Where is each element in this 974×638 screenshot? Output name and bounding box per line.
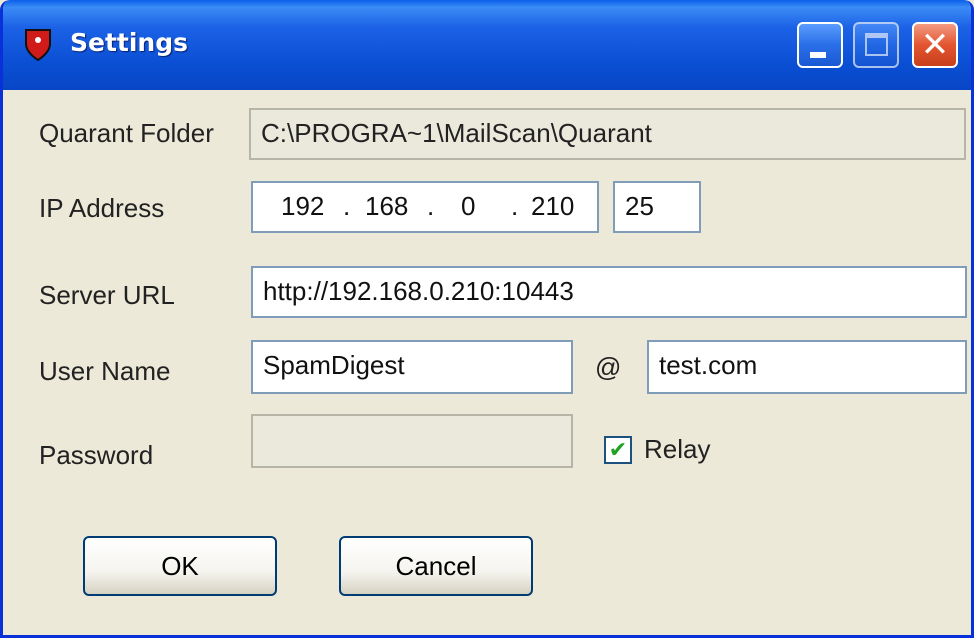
ip-separator: .	[511, 191, 519, 221]
checkmark-icon: ✔	[608, 438, 628, 463]
relay-label[interactable]: Relay	[644, 434, 710, 465]
quarant-folder-label: Quarant Folder	[39, 118, 214, 148]
settings-dialog: Settings ✕ Quarant Folder C:\PROGRA~1\Ma…	[0, 0, 974, 638]
user-name-input[interactable]: SpamDigest	[251, 340, 573, 394]
ip-octet-3[interactable]: 0	[461, 183, 475, 229]
domain-input[interactable]: test.com	[647, 340, 967, 394]
ip-address-input[interactable]: 192 . 168 . 0 . 210	[251, 181, 599, 233]
server-url-label: Server URL	[39, 280, 175, 310]
ok-button[interactable]: OK	[83, 536, 277, 596]
server-url-input[interactable]: http://192.168.0.210:10443	[251, 266, 967, 318]
ip-octet-2[interactable]: 168	[365, 183, 408, 229]
maximize-icon	[865, 33, 888, 56]
quarant-folder-field: C:\PROGRA~1\MailScan\Quarant	[249, 108, 966, 160]
title-bar[interactable]: Settings ✕	[3, 0, 971, 90]
cancel-button[interactable]: Cancel	[339, 536, 533, 596]
close-button[interactable]: ✕	[912, 22, 958, 68]
relay-checkbox[interactable]: ✔	[604, 436, 632, 464]
password-field	[251, 414, 573, 468]
window-title: Settings	[70, 28, 189, 57]
port-input[interactable]: 25	[613, 181, 701, 233]
password-label: Password	[39, 440, 154, 470]
ip-octet-1[interactable]: 192	[281, 183, 324, 229]
at-sign: @	[595, 352, 622, 382]
minimize-icon	[810, 52, 826, 58]
user-name-label: User Name	[39, 356, 171, 386]
ip-octet-4[interactable]: 210	[531, 183, 574, 229]
close-icon: ✕	[920, 25, 950, 65]
ip-address-label: IP Address	[39, 193, 165, 223]
maximize-button	[853, 22, 899, 68]
minimize-button[interactable]	[797, 22, 843, 68]
shield-icon	[25, 29, 51, 62]
ip-separator: .	[427, 191, 435, 221]
ip-separator: .	[343, 191, 351, 221]
